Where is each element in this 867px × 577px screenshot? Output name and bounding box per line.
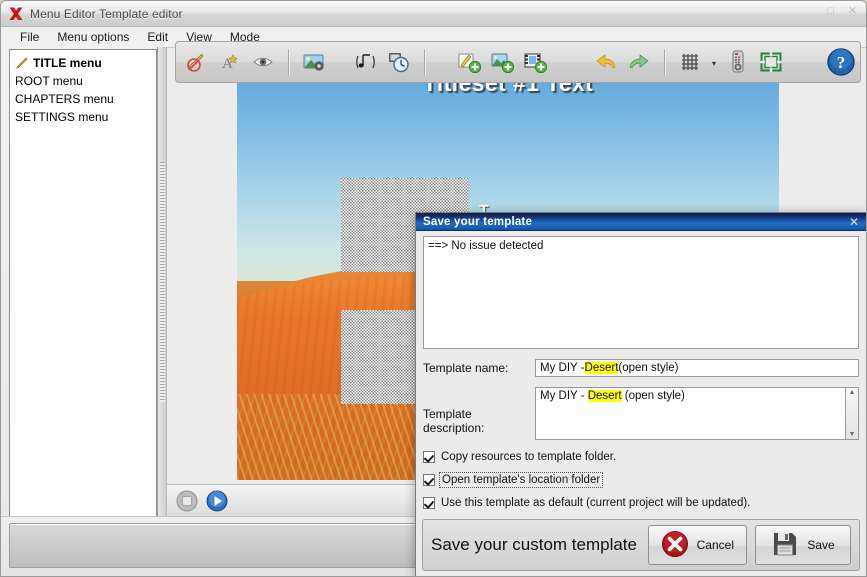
application-window: Menu Editor Template editor □ ✕ File Men… — [0, 0, 867, 577]
save-button-label: Save — [807, 538, 835, 552]
template-name-input[interactable]: My DIY - Desert (open style) — [535, 359, 859, 377]
red-x-circle-icon — [661, 530, 689, 561]
checkbox-label: Open template's location folder — [438, 472, 604, 488]
checkbox-use-as-default[interactable]: Use this template as default (current pr… — [423, 497, 859, 509]
sidebar-item-label: CHAPTERS menu — [15, 92, 114, 106]
cancel-button[interactable]: Cancel — [647, 525, 747, 565]
description-wrapper: My DIY - Desert (open style) ▲ ▼ — [535, 387, 859, 440]
add-text-icon[interactable] — [454, 46, 484, 78]
log-output-box: ==> No issue detected — [423, 236, 859, 349]
dialog-footer: Save your custom template Cancel Save — [422, 519, 860, 571]
sidebar-item-label: TITLE menu — [33, 56, 102, 70]
eye-preview-icon[interactable] — [248, 46, 278, 78]
no-pen-icon[interactable] — [182, 46, 212, 78]
redo-icon[interactable] — [624, 46, 654, 78]
checkbox-copy-resources[interactable]: Copy resources to template folder. — [423, 451, 859, 463]
name-prefix: My DIY - — [540, 362, 585, 374]
stop-button[interactable] — [173, 488, 201, 514]
duration-timer-icon[interactable] — [384, 46, 414, 78]
splitter-grip — [160, 161, 165, 402]
template-name-row: Template name: My DIY - Desert (open sty… — [423, 359, 859, 377]
name-highlight: Desert — [584, 362, 619, 374]
checkbox-label: Use this template as default (current pr… — [441, 497, 751, 509]
template-name-label: Template name: — [423, 361, 509, 375]
sidebar-item-label: ROOT menu — [15, 74, 83, 88]
scroll-up-icon[interactable]: ▲ — [849, 389, 856, 396]
name-suffix: (open style) — [618, 362, 679, 374]
template-description-label: Template description: — [423, 407, 485, 435]
sidebar-item-settings-menu[interactable]: SETTINGS menu — [12, 108, 154, 126]
desc-suffix: (open style) — [621, 390, 685, 402]
svg-text:?: ? — [837, 53, 846, 72]
menu-file[interactable]: File — [11, 28, 48, 46]
sidebar: TITLE menu ROOT menu CHAPTERS menu SETTI… — [1, 47, 157, 519]
dialog-body: ==> No issue detected Template name: My … — [416, 231, 866, 510]
maximize-icon[interactable]: □ — [823, 5, 838, 18]
add-image-icon[interactable] — [487, 46, 517, 78]
sidebar-item-root-menu[interactable]: ROOT menu — [12, 72, 154, 90]
scroll-down-icon[interactable]: ▼ — [849, 431, 856, 438]
help-button[interactable]: ? — [826, 47, 856, 77]
footer-title: Save your custom template — [431, 535, 637, 554]
template-description-row: Template description: My DIY - Desert (o… — [423, 387, 859, 440]
dialog-close-icon[interactable]: ✕ — [847, 216, 861, 228]
description-scrollbar[interactable]: ▲ ▼ — [846, 387, 859, 440]
audio-note-icon[interactable] — [351, 46, 381, 78]
menu-tree-panel[interactable]: TITLE menu ROOT menu CHAPTERS menu SETTI… — [9, 49, 157, 519]
toolbar-separator — [664, 49, 665, 75]
play-button[interactable] — [203, 488, 231, 514]
menu-menu-options[interactable]: Menu options — [48, 28, 138, 46]
undo-icon[interactable] — [591, 46, 621, 78]
close-icon[interactable]: ✕ — [845, 5, 860, 18]
window-controls: □ ✕ — [823, 5, 860, 18]
checkbox-box[interactable] — [423, 474, 435, 486]
panel-splitter[interactable] — [157, 47, 167, 516]
menu-edit[interactable]: Edit — [138, 28, 177, 46]
checkbox-box[interactable] — [423, 497, 435, 509]
grid-dropdown-caret-icon[interactable]: ▾ — [708, 46, 720, 78]
floppy-disk-icon — [771, 530, 799, 561]
toolbar-separator — [288, 49, 289, 75]
red-x-logo-icon — [7, 5, 25, 23]
text-style-icon[interactable]: A — [215, 46, 245, 78]
save-button[interactable]: Save — [755, 525, 851, 565]
add-video-icon[interactable] — [520, 46, 550, 78]
window-title: Menu Editor Template editor — [30, 6, 183, 21]
sidebar-item-title-menu[interactable]: TITLE menu — [12, 54, 154, 72]
checkbox-open-location-folder[interactable]: Open template's location folder — [423, 472, 859, 488]
pencil-icon — [15, 56, 29, 70]
toolbar-separator — [424, 49, 425, 75]
save-template-dialog: Save your template ✕ ==> No issue detect… — [415, 212, 866, 576]
safe-frame-icon[interactable] — [756, 46, 786, 78]
dialog-title: Save your template — [423, 215, 533, 228]
sidebar-item-label: SETTINGS menu — [15, 110, 109, 124]
checkbox-box[interactable] — [423, 451, 435, 463]
dialog-title-bar: Save your template ✕ — [416, 213, 866, 231]
template-description-input[interactable]: My DIY - Desert (open style) — [535, 387, 846, 440]
desc-highlight: Desert — [587, 390, 622, 402]
remote-control-icon[interactable] — [723, 46, 753, 78]
background-settings-icon[interactable] — [299, 46, 329, 78]
grid-icon[interactable] — [675, 46, 705, 78]
checkbox-label: Copy resources to template folder. — [441, 451, 617, 463]
log-text: ==> No issue detected — [428, 240, 544, 252]
main-toolbar: A ▾ — [175, 41, 861, 83]
title-bar: Menu Editor Template editor □ ✕ — [1, 1, 866, 27]
sidebar-item-chapters-menu[interactable]: CHAPTERS menu — [12, 90, 154, 108]
cancel-button-label: Cancel — [696, 538, 734, 552]
desc-prefix: My DIY - — [540, 390, 588, 402]
